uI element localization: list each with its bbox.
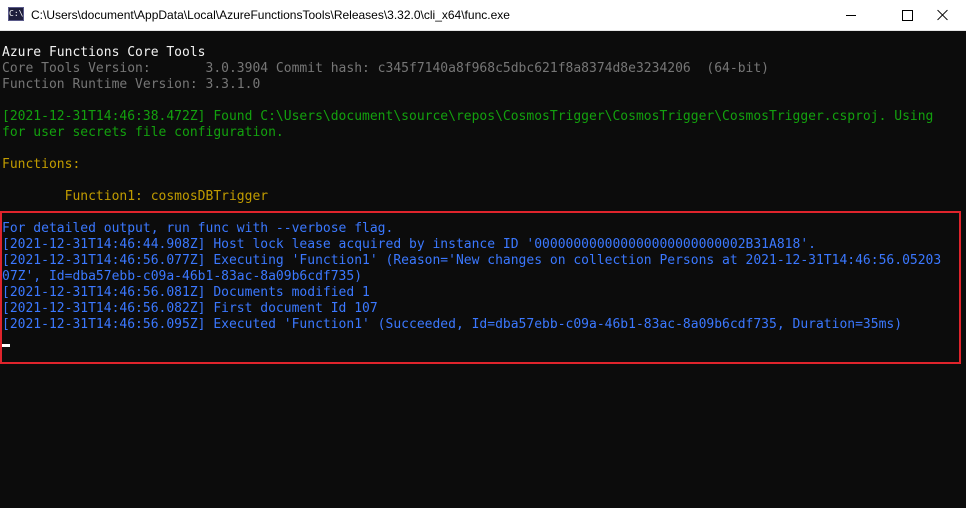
console-window: C:\ C:\Users\document\AppData\Local\Azur… [0,0,966,508]
console-line-core-tools-version: Core Tools Version: 3.0.3904 Commit hash… [2,61,770,76]
console-line-executing-cont: 07Z', Id=dba57ebb-c09a-46b1-83ac-8a09b6c… [2,269,363,284]
console-line-executed: [2021-12-31T14:46:56.095Z] Executed 'Fun… [2,317,903,332]
console-line-functions-header: Functions: [2,157,81,172]
console-line-found-project: [2021-12-31T14:46:38.472Z] Found C:\User… [2,109,934,124]
console-line-host-lock: [2021-12-31T14:46:44.908Z] Host lock lea… [2,237,816,252]
console-line-runtime-version: Function Runtime Version: 3.3.1.0 [2,77,261,92]
title-bar[interactable]: C:\ C:\Users\document\AppData\Local\Azur… [0,0,966,31]
vertical-scrollbar[interactable] [950,31,966,508]
console-line-function-entry: Function1: cosmosDBTrigger [2,189,269,205]
console-line-user-secrets: for user secrets file configuration. [2,125,284,140]
minimize-button[interactable] [828,0,874,30]
console-line-executing: [2021-12-31T14:46:56.077Z] Executing 'Fu… [2,253,942,268]
window-title: C:\Users\document\AppData\Local\AzureFun… [31,8,510,22]
maximize-icon [901,9,913,21]
close-icon [937,9,949,21]
close-button[interactable] [920,0,966,30]
console-output[interactable]: Azure Functions Core Tools Core Tools Ve… [0,31,950,508]
text-cursor [2,344,10,347]
console-app-icon[interactable]: C:\ [8,7,24,21]
console-line-product: Azure Functions Core Tools [2,45,206,60]
console-line-first-document: [2021-12-31T14:46:56.082Z] First documen… [2,301,378,316]
minimize-icon [846,14,856,16]
console-line-verbose-hint: For detailed output, run func with --ver… [2,221,394,236]
console-line-documents-modified: [2021-12-31T14:46:56.081Z] Documents mod… [2,285,370,300]
function-entry-text: Function1: cosmosDBTrigger [2,189,269,204]
